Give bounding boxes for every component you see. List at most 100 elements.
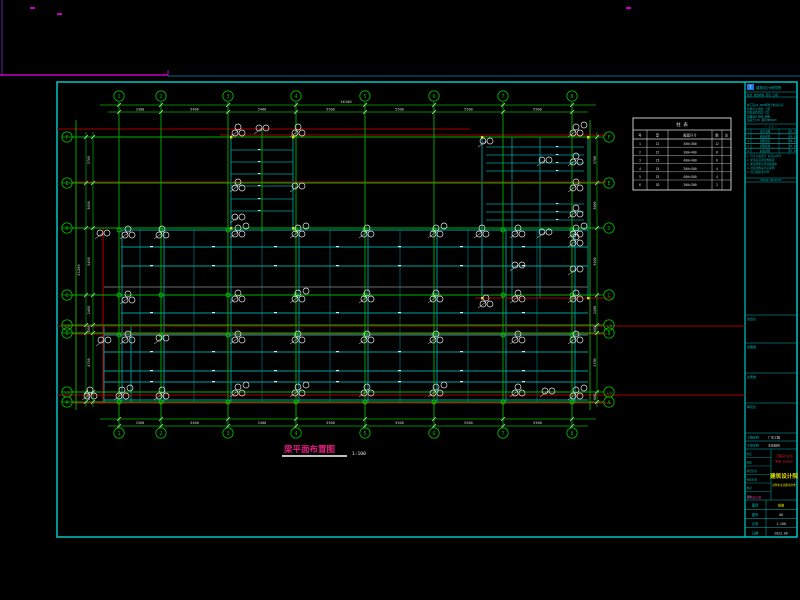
beam-layer: [104, 137, 588, 402]
axis-bubble: 7: [498, 428, 508, 438]
tag-cluster: [230, 214, 245, 223]
drawing-title: 梁平面布置图1:100: [282, 444, 366, 457]
svg-text:Z4: Z4: [656, 167, 660, 171]
svg-text:3600: 3600: [593, 201, 597, 209]
svg-text:06.21: 06.21: [789, 140, 797, 143]
tag-cluster: [537, 157, 552, 166]
tag-cluster: [568, 205, 583, 218]
svg-text:C: C: [607, 293, 610, 299]
svg-text:调整配筋: 调整配筋: [760, 144, 771, 148]
svg-text:2023.06: 2023.06: [774, 531, 788, 535]
svg-text:7: 7: [501, 431, 504, 437]
svg-text:Z6: Z6: [656, 183, 660, 187]
axis-bubble: 1: [114, 91, 124, 101]
svg-text:1: 1: [117, 431, 120, 437]
svg-text:比例: 比例: [752, 521, 758, 526]
axis-bubble: 6: [429, 428, 439, 438]
svg-text:审定: 审定: [747, 452, 753, 456]
svg-text:4: 4: [716, 167, 718, 171]
svg-text:注册章: 注册章: [747, 374, 756, 379]
svg-text:— 1:1 —: — 1:1 —: [765, 124, 777, 128]
svg-text:6: 6: [432, 94, 435, 100]
axis-bubble: 1/A: [604, 387, 614, 397]
svg-text:Z3: Z3: [656, 159, 660, 163]
svg-text:5400: 5400: [190, 108, 199, 112]
dimension-layer: 3300540054005500550055005500361003300540…: [76, 99, 599, 428]
svg-text:5500: 5500: [464, 421, 473, 425]
tag-cluster: [568, 266, 583, 275]
schedule-table: 柱 表号型截面尺寸数注1Z1300×300122Z2300×40083Z3400…: [633, 118, 731, 190]
svg-text:补充说明: 补充说明: [760, 149, 771, 153]
svg-text:1: 1: [747, 130, 749, 134]
svg-text:A: A: [607, 400, 610, 406]
svg-text:5500: 5500: [464, 108, 473, 112]
svg-text:4700: 4700: [593, 358, 597, 366]
svg-text:D: D: [607, 226, 610, 232]
title-block: T建筑设计研究院版次 修改内容 签名 日期本工程±0.000相当于绝对标高结构安…: [745, 84, 798, 537]
svg-text:5: 5: [363, 94, 366, 100]
axis-bubble: 2: [156, 428, 166, 438]
svg-text:1/A: 1/A: [64, 391, 70, 395]
tag-cluster: [568, 179, 583, 192]
svg-text:5500: 5500: [395, 108, 404, 112]
svg-text:300×300: 300×300: [683, 183, 697, 187]
svg-text:5500: 5500: [326, 108, 335, 112]
svg-text:5400: 5400: [87, 257, 91, 266]
svg-text:3: 3: [747, 139, 749, 143]
svg-text:出图章: 出图章: [747, 344, 756, 349]
tag-cluster: [290, 183, 305, 192]
svg-text:项目负责: 项目负责: [747, 469, 758, 473]
svg-text:审定栏: 审定栏: [747, 404, 756, 409]
tag-cluster: [540, 388, 555, 397]
axis-bubble: 6: [429, 91, 439, 101]
svg-text:3300: 3300: [136, 421, 145, 425]
axis-bubble: 8: [567, 428, 577, 438]
svg-text:建筑设计研究院: 建筑设计研究院: [756, 85, 782, 90]
svg-text:会签栏: 会签栏: [747, 316, 756, 321]
tag-cluster: [568, 385, 587, 400]
svg-text:08: 08: [779, 513, 783, 517]
svg-text:5: 5: [639, 175, 641, 179]
axis-bubble: E: [604, 178, 614, 188]
axis-bubble: 1/B: [604, 320, 614, 330]
svg-text:06.03: 06.03: [789, 135, 797, 138]
svg-text:5400: 5400: [258, 421, 267, 425]
svg-text:5500: 5500: [395, 421, 404, 425]
svg-text:注: 注: [725, 133, 729, 138]
svg-text:数: 数: [715, 133, 719, 138]
svg-text:6: 6: [716, 159, 718, 163]
svg-text:专业负责: 专业负责: [747, 478, 758, 482]
svg-text:图号: 图号: [752, 512, 758, 517]
svg-text:2: 2: [639, 150, 641, 154]
svg-text:1: 1: [117, 94, 120, 100]
cad-application-window: 3300540054005500550055005500361003300540…: [0, 0, 800, 600]
svg-text:2: 2: [159, 431, 162, 437]
svg-text:5400: 5400: [190, 421, 199, 425]
svg-text:厂房工程: 厂房工程: [768, 434, 780, 439]
svg-text:12: 12: [715, 142, 719, 146]
axis-bubble: 4: [291, 428, 301, 438]
svg-text:型: 型: [656, 133, 660, 138]
svg-text:2400: 2400: [87, 306, 91, 315]
svg-text:B: B: [607, 331, 610, 337]
svg-text:结施: 结施: [778, 503, 785, 508]
svg-text:C: C: [65, 293, 68, 299]
tag-cluster: [478, 295, 493, 308]
svg-text:D: D: [65, 226, 68, 232]
axis-bubble: C: [604, 290, 614, 300]
svg-text:Z2: Z2: [656, 150, 660, 154]
axis-bubble: 3: [223, 91, 233, 101]
axis-bubble: D: [604, 223, 614, 233]
svg-text:300×500: 300×500: [683, 167, 697, 171]
tag-cluster: [154, 387, 169, 400]
tag-cluster: [230, 179, 245, 192]
svg-text:E: E: [607, 181, 610, 187]
axis-bubble: 5: [360, 91, 370, 101]
cad-canvas[interactable]: 3300540054005500550055005500361003300540…: [0, 0, 800, 600]
svg-text:混凝土C30 钢筋HRB400: 混凝土C30 钢筋HRB400: [747, 118, 777, 122]
svg-text:审核: 审核: [747, 461, 753, 465]
svg-text:1: 1: [639, 142, 641, 146]
svg-text:600: 600: [87, 326, 91, 333]
svg-text:07.15: 07.15: [789, 150, 797, 153]
tag-cluster: [474, 225, 489, 238]
